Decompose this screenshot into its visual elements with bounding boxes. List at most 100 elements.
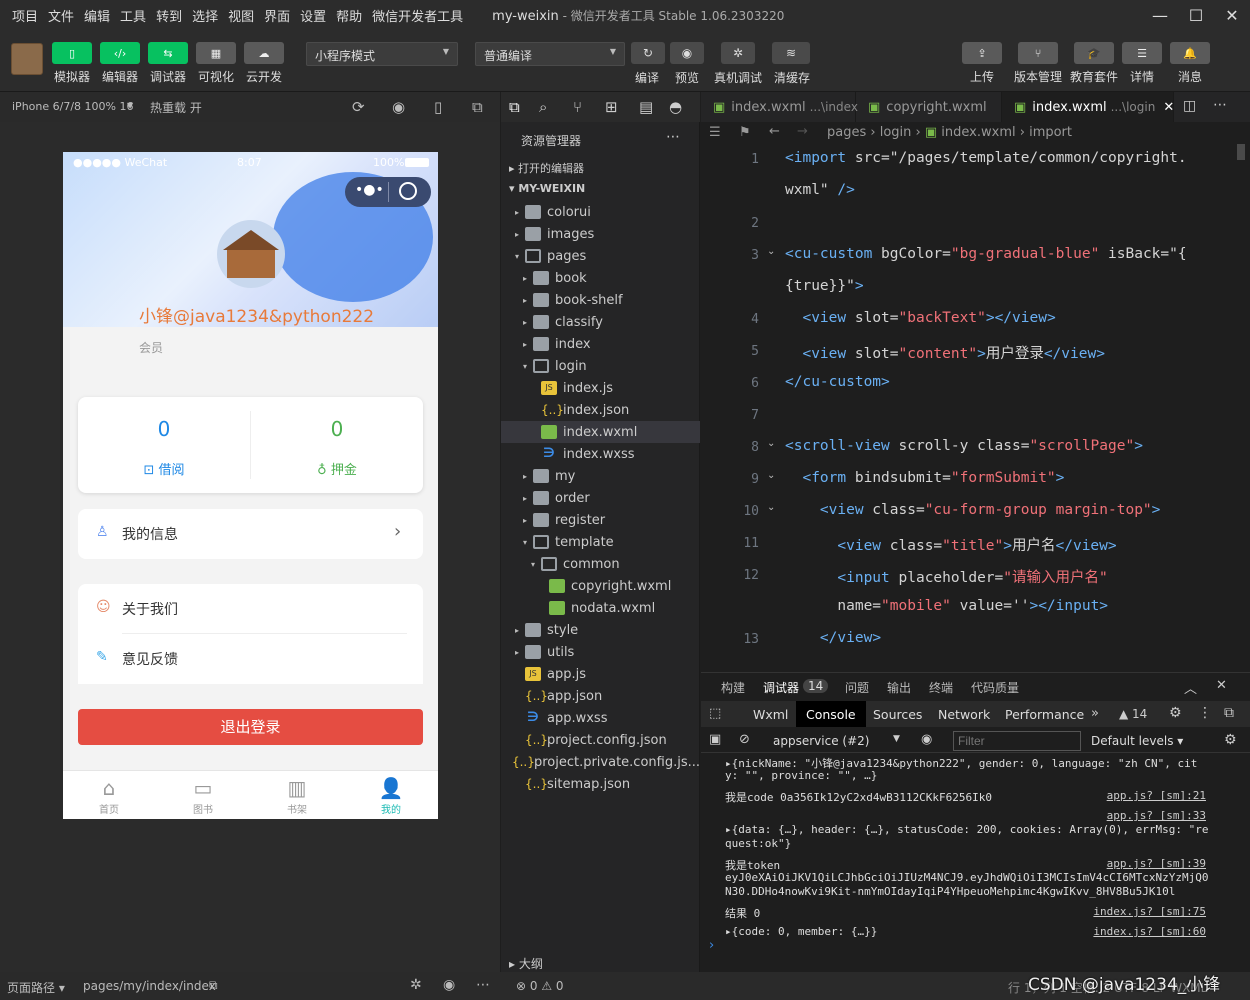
menu-item[interactable]: 编辑 [79,6,115,25]
about-row[interactable]: ☺ 关于我们 [78,584,423,634]
debug-tab[interactable]: 输出 [887,679,911,696]
tree-item[interactable]: ▸ book-shelf [501,289,700,311]
mode-select[interactable]: 小程序模式 ▼ [306,42,458,66]
debug-tab[interactable]: 调试器 [763,679,799,696]
sidebar-icon[interactable]: ▣ [709,732,721,747]
nav-item[interactable]: 👤 我的 [361,775,421,816]
toolbar-button[interactable]: ▯ 模拟器 [50,42,94,85]
eye-icon[interactable]: ◉ [921,732,932,747]
tree-item[interactable]: ∋ app.wxss [501,707,700,729]
gear-icon[interactable]: ⚙ [1224,732,1237,748]
tree-item[interactable]: ▸ index [501,333,700,355]
devtools-tab[interactable]: Performance [995,701,1094,727]
console-source-link[interactable]: index.js? [sm]:75 [1093,905,1206,918]
scrollbar-thumb[interactable] [1237,144,1245,160]
toolbar-button[interactable]: 🔔 消息 [1168,42,1212,85]
kebab-icon[interactable]: ⋮ [1198,705,1212,721]
crumb-file[interactable]: index.wxml [941,125,1015,140]
more-icon[interactable]: ⋯ [1213,97,1227,113]
problems-count[interactable]: ⊗ 0 ⚠ 0 [516,979,564,993]
bug-icon[interactable]: ✲ [410,977,422,993]
close-icon[interactable]: ✕ [1163,100,1174,115]
avatar[interactable] [217,220,285,288]
borrow-label[interactable]: ⊡ 借阅 [78,459,250,478]
menu-item[interactable]: 帮助 [331,6,367,25]
bookmark-icon[interactable]: ⚑ [739,125,751,140]
console-prompt[interactable]: › [709,938,714,953]
tree-item[interactable]: ▾ login [501,355,700,377]
page-path-label[interactable]: 页面路径 ▾ [7,979,65,996]
logout-button[interactable]: 退出登录 [78,709,423,745]
feedback-row[interactable]: ✎ 意见反馈 [78,634,423,684]
console-source-link[interactable]: app.js? [sm]:33 [1107,809,1206,822]
my-info-row[interactable]: ♙ 我的信息 › [78,509,423,559]
tree-item[interactable]: ∋ index.wxss [501,443,700,465]
hot-reload-toggle[interactable]: 热重载 开 [150,99,202,116]
gear-icon[interactable]: ⚙ [1169,705,1182,721]
back-icon[interactable]: ← [769,124,780,139]
fold-icon[interactable]: ⌄ [767,502,775,513]
more-icon[interactable]: ⋯ [666,129,680,145]
popout-icon[interactable]: ⧉ [472,98,483,116]
extensions-icon[interactable]: ⊞ [605,98,618,116]
tree-item[interactable]: {..} project.private.config.js... [501,751,700,773]
close-icon[interactable]: ✕ [1216,678,1227,693]
tab-login-wxml[interactable]: ▣ index.wxml ...\login ✕ [1002,92,1174,122]
menu-item[interactable]: 微信开发者工具 [367,6,468,25]
dock-icon[interactable]: ⧉ [1224,705,1234,721]
rotate-icon[interactable]: ⟳ [352,98,365,116]
toolbar-button[interactable]: ☁ 云开发 [242,42,286,85]
more-tabs-icon[interactable]: » [1091,706,1099,721]
tree-item[interactable]: {..} sitemap.json [501,773,700,795]
menu-item[interactable]: 项目 [7,6,43,25]
compile-select[interactable]: 普通编译 ▼ [475,42,625,66]
compile-icon[interactable]: ↻ [631,42,665,64]
log-levels-select[interactable]: Default levels ▾ [1091,734,1183,748]
forward-icon[interactable]: → [797,124,808,139]
tree-item[interactable]: {..} index.json [501,399,700,421]
console-source-link[interactable]: index.js? [sm]:60 [1093,925,1206,938]
menu-item[interactable]: 视图 [223,6,259,25]
tree-item[interactable]: index.wxml [501,421,700,443]
toolbar-button[interactable]: ⑂ 版本管理 [1012,42,1064,85]
copy-icon[interactable]: ⧉ [209,978,218,993]
toolbar-button[interactable]: 🎓 教育套件 [1068,42,1120,85]
split-editor-icon[interactable]: ◫ [1183,98,1196,114]
more-icon[interactable]: ⋯ [476,977,490,993]
crumb-import[interactable]: import [1029,125,1072,140]
menu-item[interactable]: 选择 [187,6,223,25]
toolbar-button[interactable]: ⇆ 调试器 [146,42,190,85]
tree-item[interactable]: JS app.js [501,663,700,685]
files-icon[interactable]: ⧉ [509,98,520,116]
root-folder[interactable]: ▾ MY-WEIXIN [509,182,585,195]
tree-item[interactable]: ▸ classify [501,311,700,333]
collapse-icon[interactable]: ︿ [1184,678,1197,697]
avatar[interactable] [11,43,43,75]
devtools-tab[interactable]: Network [928,701,1000,727]
tree-item[interactable]: ▸ order [501,487,700,509]
tree-item[interactable]: {..} app.json [501,685,700,707]
menu-item[interactable]: 转到 [151,6,187,25]
tree-item[interactable]: ▸ book [501,267,700,289]
warning-count[interactable]: ▲ 14 [1119,707,1147,721]
search-icon[interactable]: ⌕ [539,98,547,116]
debug-tab[interactable]: 代码质量 [971,679,1019,696]
fold-icon[interactable]: ⌄ [767,246,775,257]
crumb-pages[interactable]: pages [827,125,866,140]
debug-tab[interactable]: 终端 [929,679,953,696]
crumb-login[interactable]: login [880,125,912,140]
tree-item[interactable]: ▸ register [501,509,700,531]
more-icon[interactable]: •●• [355,182,384,198]
tree-item[interactable]: {..} project.config.json [501,729,700,751]
toolbar-button[interactable]: ⇪ 上传 [960,42,1004,85]
inspect-icon[interactable]: ⬚ [709,706,721,721]
nav-item[interactable]: ⌂ 首页 [79,775,139,816]
menu-item[interactable]: 设置 [295,6,331,25]
deposit-label[interactable]: ♁ 押金 [251,459,423,478]
tree-item[interactable]: ▾ template [501,531,700,553]
capsule-menu[interactable]: •●• [345,177,431,207]
menu-item[interactable]: 工具 [115,6,151,25]
preview-icon[interactable]: ◉ [670,42,704,64]
eye-icon[interactable]: ◉ [443,977,455,993]
context-select[interactable]: appservice (#2) [773,734,869,748]
